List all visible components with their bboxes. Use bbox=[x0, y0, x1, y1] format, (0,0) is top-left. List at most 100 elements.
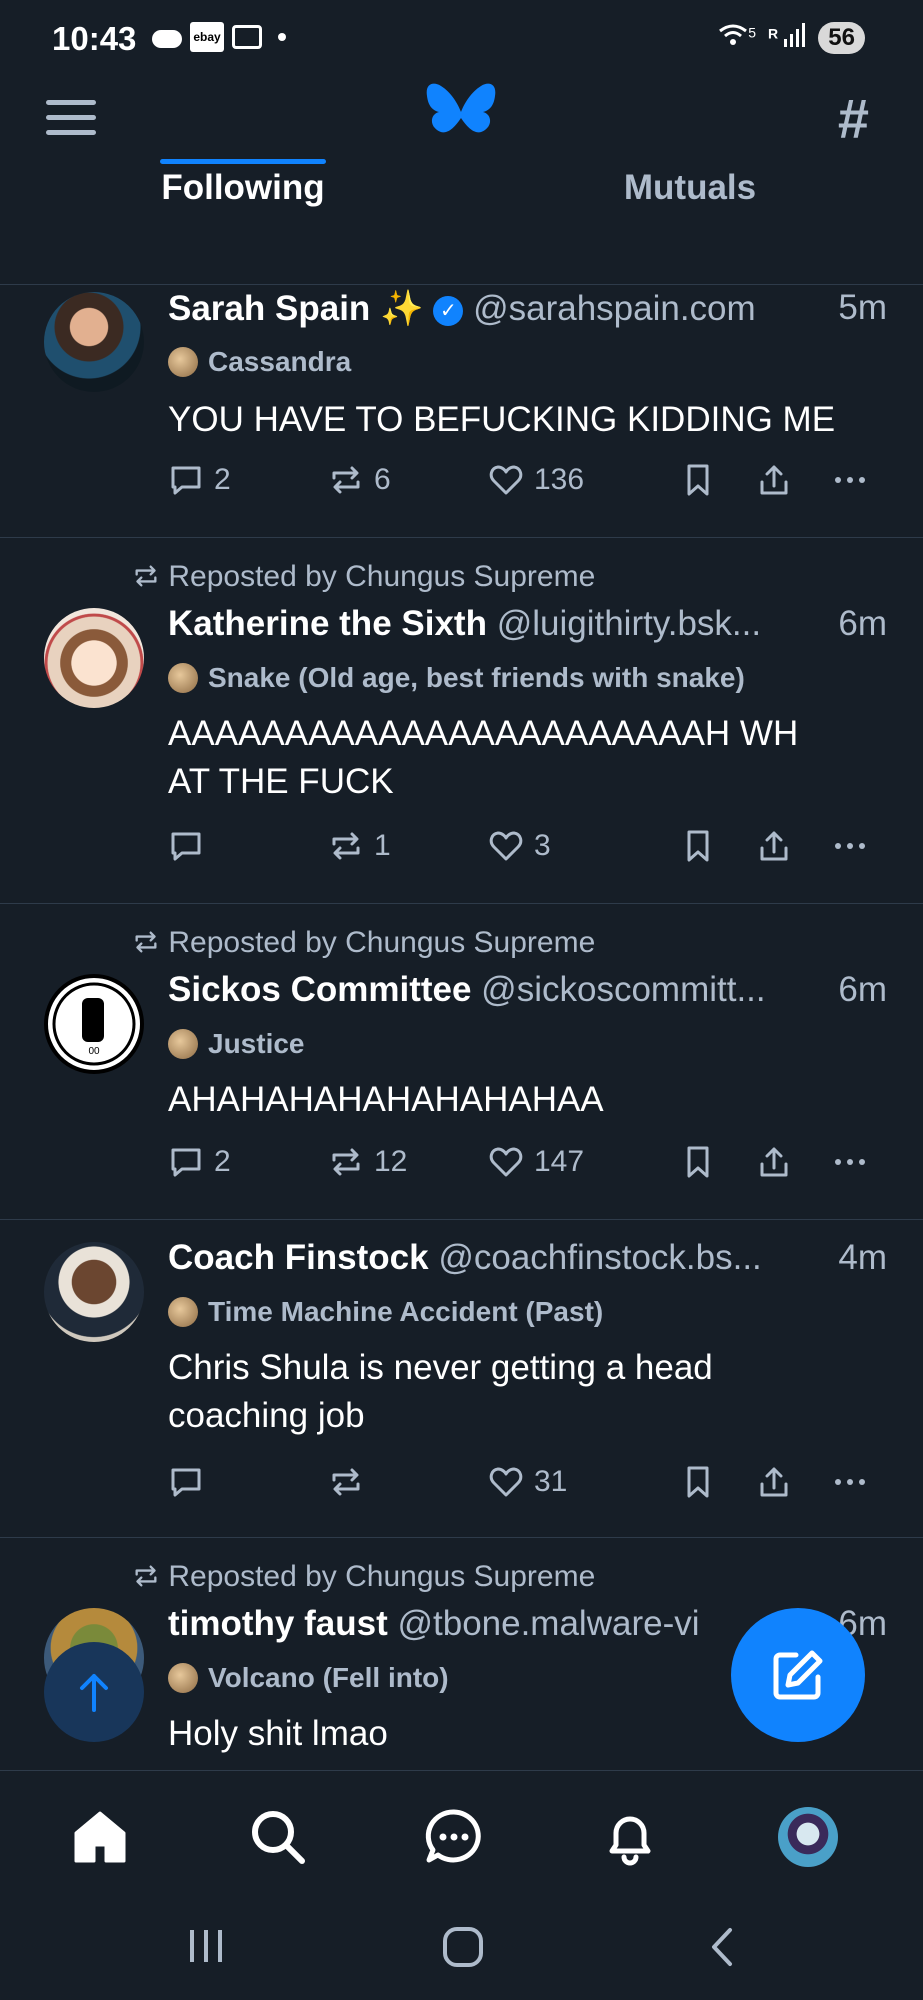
nav-notifications[interactable] bbox=[600, 1807, 660, 1867]
author-name[interactable]: Sickos Committee bbox=[168, 970, 471, 1009]
post-item[interactable]: Reposted by Chungus Supreme 00 Sickos Co… bbox=[0, 904, 923, 1220]
author-name[interactable]: timothy faust bbox=[168, 1604, 388, 1643]
clock: 10:43 bbox=[52, 20, 137, 57]
notification-icons: ebay bbox=[152, 22, 286, 52]
share-button[interactable] bbox=[756, 1464, 792, 1500]
reply-button[interactable] bbox=[168, 828, 214, 864]
app-header: # Following Mutuals bbox=[0, 80, 923, 285]
more-options-button[interactable] bbox=[832, 462, 868, 498]
more-options-button[interactable] bbox=[832, 1464, 868, 1500]
hamburger-menu-icon[interactable] bbox=[46, 100, 96, 140]
repost-icon bbox=[332, 832, 360, 860]
verified-check-icon: ✓ bbox=[433, 296, 464, 326]
heart-icon bbox=[489, 1467, 523, 1497]
more-dots-icon bbox=[835, 843, 865, 849]
repost-indicator[interactable]: Reposted by Chungus Supreme bbox=[132, 1560, 595, 1594]
author-name[interactable]: Katherine the Sixth bbox=[168, 604, 487, 643]
share-icon bbox=[760, 465, 788, 495]
tab-mutuals[interactable]: Mutuals bbox=[540, 80, 840, 207]
label-text: Snake (Old age, best friends with snake) bbox=[208, 662, 745, 693]
repost-button[interactable]: 12 bbox=[328, 1144, 407, 1180]
profile-avatar[interactable] bbox=[778, 1807, 838, 1867]
post-item[interactable]: Coach Finstock @coachfinstock.bs... 4m T… bbox=[0, 1220, 923, 1538]
repost-button[interactable] bbox=[328, 1464, 374, 1500]
battery-indicator: 56 bbox=[818, 22, 865, 54]
post-actions: 1 3 bbox=[168, 828, 888, 868]
roaming-label: R bbox=[768, 25, 779, 42]
repost-button[interactable]: 6 bbox=[328, 462, 391, 498]
repost-button[interactable]: 1 bbox=[328, 828, 391, 864]
bookmark-icon bbox=[687, 1146, 709, 1178]
reply-button[interactable] bbox=[168, 1464, 214, 1500]
avatar[interactable]: 00 bbox=[44, 974, 144, 1074]
scroll-to-top-button[interactable] bbox=[44, 1642, 144, 1742]
post-item[interactable]: Reposted by Chungus Supreme Katherine th… bbox=[0, 538, 923, 904]
author-handle[interactable]: @tbone.malware-vi bbox=[397, 1604, 699, 1643]
bookmark-button[interactable] bbox=[680, 462, 716, 498]
post-label: Volcano (Fell into) bbox=[168, 1662, 449, 1694]
like-count: 147 bbox=[534, 1145, 585, 1178]
repost-text: Reposted by Chungus Supreme bbox=[168, 1560, 596, 1593]
repost-indicator[interactable]: Reposted by Chungus Supreme bbox=[132, 560, 595, 594]
bookmark-button[interactable] bbox=[680, 1464, 716, 1500]
avatar[interactable] bbox=[44, 292, 144, 392]
tab-mutuals-label: Mutuals bbox=[623, 168, 757, 207]
repost-icon bbox=[332, 1468, 360, 1496]
like-button[interactable]: 136 bbox=[488, 462, 584, 498]
author-handle[interactable]: @coachfinstock.bs... bbox=[438, 1238, 761, 1277]
like-button[interactable]: 31 bbox=[488, 1464, 567, 1500]
author-name[interactable]: Sarah Spain ✨ bbox=[168, 289, 424, 328]
avatar[interactable] bbox=[44, 1242, 144, 1342]
post-header: Coach Finstock @coachfinstock.bs... bbox=[168, 1238, 887, 1278]
post-item[interactable]: Sarah Spain ✨ ✓ @sarahspain.com 5m Cassa… bbox=[0, 284, 923, 538]
more-options-button[interactable] bbox=[832, 828, 868, 864]
compose-post-button[interactable] bbox=[731, 1608, 865, 1742]
share-button[interactable] bbox=[756, 462, 792, 498]
bottom-nav-bar bbox=[0, 1770, 923, 1901]
label-icon bbox=[168, 1297, 198, 1327]
reply-button[interactable]: 2 bbox=[168, 1144, 231, 1180]
reply-button[interactable]: 2 bbox=[168, 462, 231, 498]
like-button[interactable]: 147 bbox=[488, 1144, 584, 1180]
feed-tabs: Following Mutuals bbox=[0, 159, 923, 285]
back-button[interactable] bbox=[706, 1926, 738, 1973]
post-time: 4m bbox=[830, 1238, 887, 1278]
post-label: Justice bbox=[168, 1028, 305, 1060]
more-options-button[interactable] bbox=[832, 1144, 868, 1180]
label-icon bbox=[168, 347, 198, 377]
svg-text:00: 00 bbox=[88, 1046, 100, 1057]
bookmark-button[interactable] bbox=[680, 1144, 716, 1180]
nav-chat[interactable] bbox=[424, 1807, 484, 1867]
bookmark-button[interactable] bbox=[680, 828, 716, 864]
bookmark-icon bbox=[687, 464, 709, 496]
share-button[interactable] bbox=[756, 828, 792, 864]
nav-search[interactable] bbox=[248, 1807, 308, 1867]
tab-following[interactable]: Following bbox=[110, 80, 376, 207]
sickos-logo-icon: 00 bbox=[52, 982, 136, 1066]
label-text: Cassandra bbox=[208, 346, 352, 377]
like-button[interactable]: 3 bbox=[488, 828, 551, 864]
system-nav-bar bbox=[0, 1900, 923, 2000]
more-dots-icon bbox=[835, 477, 865, 483]
home-circle-icon bbox=[443, 1927, 483, 1967]
active-tab-indicator bbox=[160, 159, 326, 164]
share-button[interactable] bbox=[756, 1144, 792, 1180]
nav-home[interactable] bbox=[70, 1807, 130, 1867]
post-header: Katherine the Sixth @luigithirty.bsk... bbox=[168, 604, 887, 644]
post-time: 6m bbox=[830, 970, 887, 1010]
hash-icon[interactable]: # bbox=[838, 86, 869, 151]
repost-icon bbox=[135, 931, 157, 953]
author-handle[interactable]: @sarahspain.com bbox=[473, 289, 756, 328]
gmail-icon bbox=[232, 25, 262, 49]
author-handle[interactable]: @sickoscommitt... bbox=[481, 970, 765, 1009]
repost-icon bbox=[332, 466, 360, 494]
home-button[interactable] bbox=[442, 1926, 484, 1973]
repost-icon bbox=[332, 1148, 360, 1176]
heart-icon bbox=[489, 1147, 523, 1177]
author-name[interactable]: Coach Finstock bbox=[168, 1238, 429, 1277]
recent-apps-button[interactable] bbox=[186, 1926, 226, 1971]
repost-indicator[interactable]: Reposted by Chungus Supreme bbox=[132, 926, 595, 960]
avatar[interactable] bbox=[44, 608, 144, 708]
author-handle[interactable]: @luigithirty.bsk... bbox=[497, 604, 761, 643]
post-actions: 31 bbox=[168, 1464, 888, 1504]
